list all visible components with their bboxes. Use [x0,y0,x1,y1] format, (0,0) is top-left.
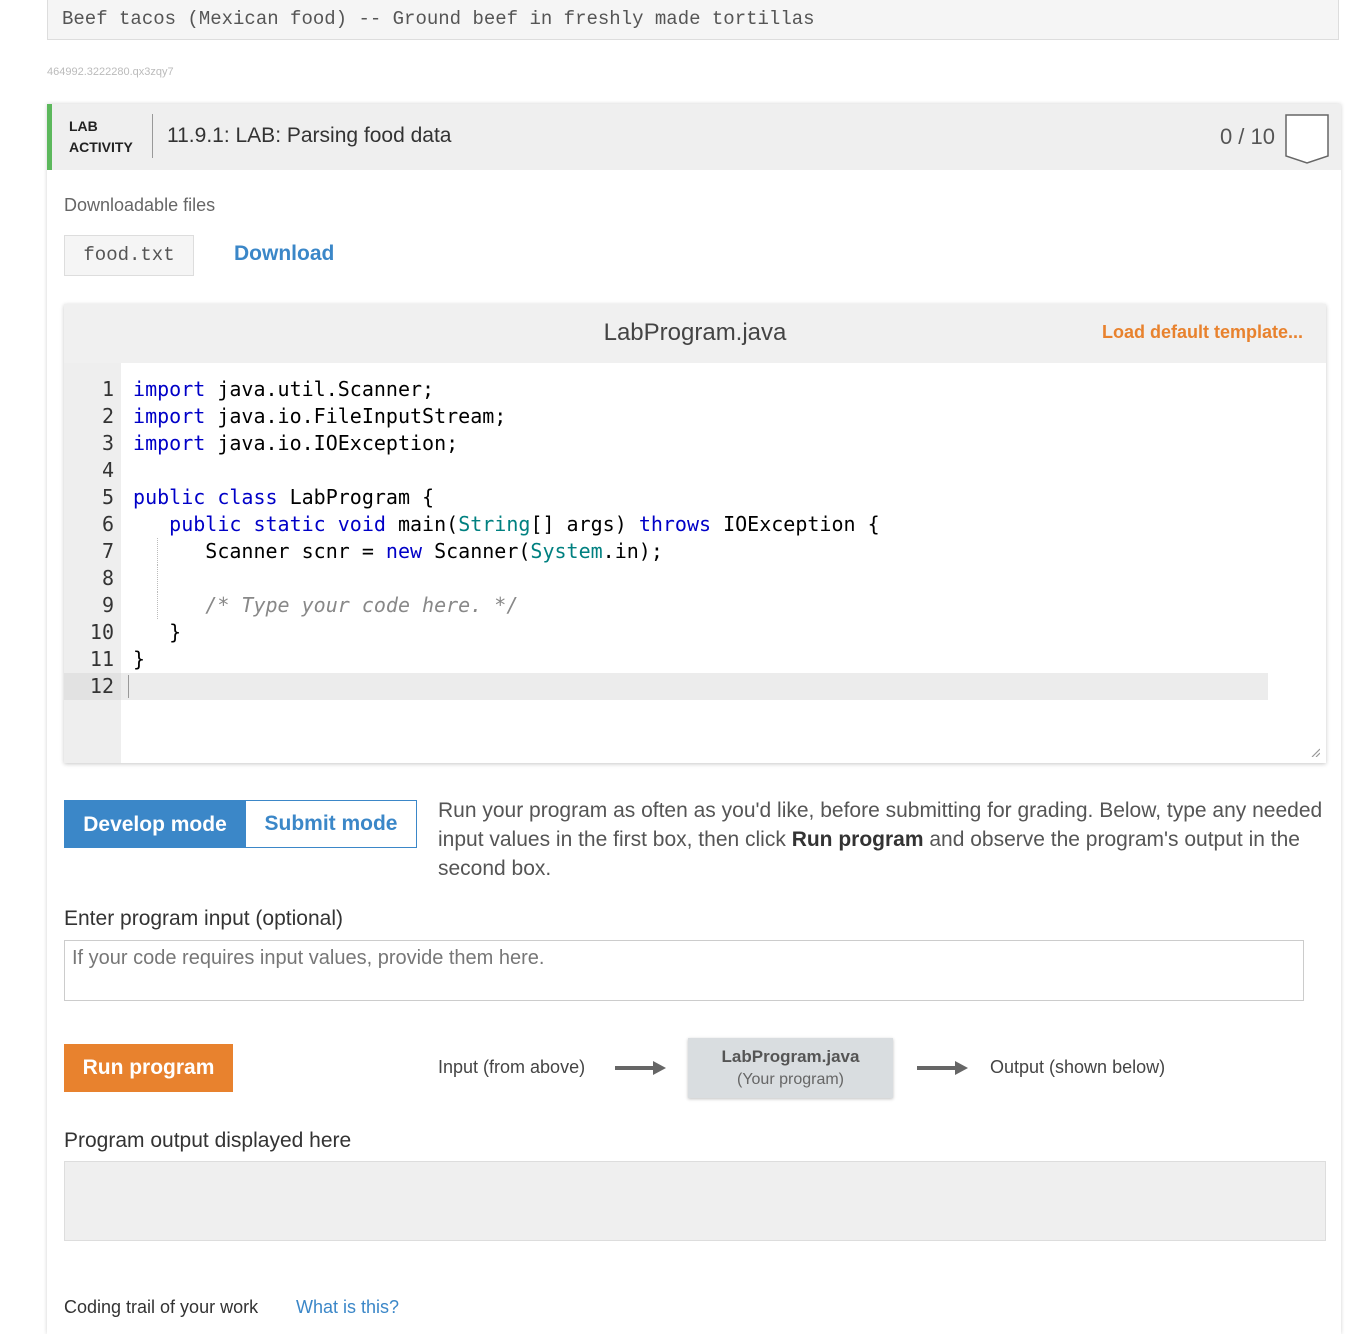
line-number: 1 [101,377,114,401]
develop-mode-button[interactable]: Develop mode [64,800,246,848]
header-divider [152,114,153,158]
code-input-area[interactable]: import java.util.Scanner; import java.io… [121,363,1326,763]
code-line: import java.io.IOException; [133,431,459,455]
code-line: public static void main(String[] args) t… [169,512,880,536]
code-sample-preview: Beef tacos (Mexican food) -- Ground beef… [47,0,1339,40]
lab-title: 11.9.1: LAB: Parsing food data [167,124,452,147]
file-name-chip: food.txt [64,235,194,276]
code-line: } [121,620,182,644]
lab-activity-badge: LAB ACTIVITY [69,116,133,158]
line-number: 5 [101,485,114,509]
downloadable-files-label: Downloadable files [64,195,216,215]
line-number: 4 [101,458,114,482]
code-line: Scanner scnr = new Scanner(System.in); [121,539,663,563]
coding-trail-label: Coding trail of your work [64,1297,259,1317]
flow-program-title: LabProgram.java [721,1047,860,1066]
line-number: 10 [89,620,114,644]
line-number: 8 [101,566,114,590]
code-line: } [121,647,146,671]
line-number: 3 [101,431,114,455]
what-is-this-link[interactable]: What is this? [296,1297,399,1318]
flow-program-box: LabProgram.java (Your program) [688,1038,893,1098]
lab-badge-line2: ACTIVITY [69,139,133,155]
arrow-right-icon [917,1061,968,1075]
line-number: 2 [101,404,114,428]
download-link[interactable]: Download [234,242,334,266]
lab-header: LAB ACTIVITY 11.9.1: LAB: Parsing food d… [47,104,1341,170]
code-line: public class LabProgram { [133,485,435,509]
reference-id: 464992.3222280.qx3zqy7 [47,66,174,78]
resize-grip-icon[interactable] [1310,747,1320,757]
text-cursor [128,675,129,698]
flow-program-subtitle: (Your program) [736,1071,844,1088]
flow-output-label: Output (shown below) [990,1057,1166,1077]
indent-guide [157,592,159,619]
flow-input-label: Input (from above) [438,1057,586,1077]
code-line: import java.util.Scanner; [133,377,435,401]
editor-toolbar: LabProgram.java Load default template... [64,304,1326,363]
code-editor: LabProgram.java Load default template...… [64,304,1326,763]
code-line [121,673,1268,700]
line-number: 11 [89,647,114,671]
arrow-right-icon [615,1061,666,1075]
program-input-field[interactable]: If your code requires input values, prov… [64,940,1304,1001]
program-input-label: Enter program input (optional) [64,907,343,930]
code-line: /* Type your code here. */ [205,593,519,617]
mode-description: Run your program as often as you'd like,… [438,796,1328,883]
load-default-template-link[interactable]: Load default template... [1102,322,1303,343]
lab-badge-line1: LAB [69,118,98,134]
completion-shield-icon [1285,114,1329,164]
code-line: import java.io.FileInputStream; [133,404,507,428]
mode-description-bold: Run program [791,828,924,851]
run-program-button[interactable]: Run program [64,1044,233,1092]
lab-activity-card: LAB ACTIVITY 11.9.1: LAB: Parsing food d… [47,104,1341,1334]
line-number: 12 [64,673,121,700]
indent-guide [157,538,159,565]
indent-guide [157,565,159,592]
lab-score: 0 / 10 [1219,124,1275,149]
line-number: 6 [101,512,114,536]
program-output-label: Program output displayed here [64,1129,352,1152]
line-number-gutter: 1 2 3 4 5 6 7 8 9 10 11 12 [64,363,121,763]
program-output-box [64,1161,1326,1241]
line-number: 7 [101,539,114,563]
submit-mode-button[interactable]: Submit mode [245,800,417,848]
line-number: 9 [101,593,114,617]
